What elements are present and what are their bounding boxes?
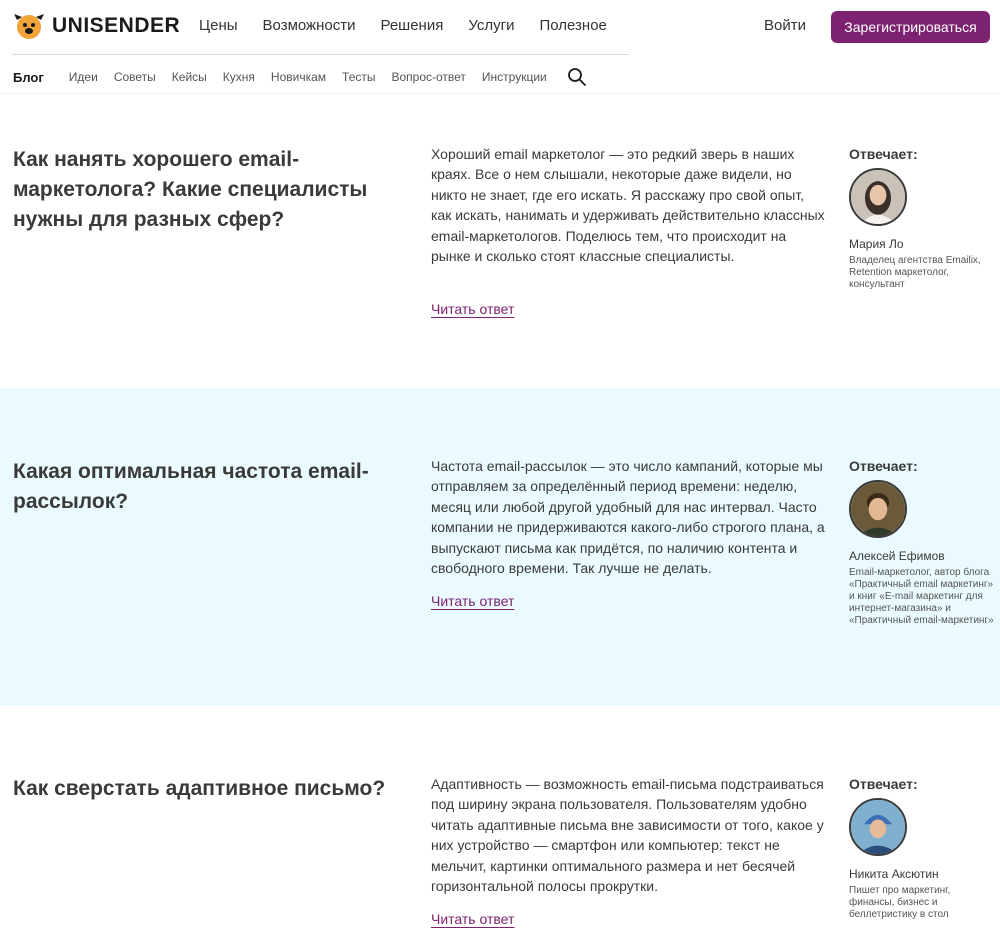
question-title[interactable]: Как сверстать адаптивное письмо?	[13, 774, 388, 804]
qa-section-frequency: Какая оптимальная частота email-рассылок…	[0, 388, 1000, 706]
person-name: Мария Ло	[849, 237, 904, 251]
qa-section-hiring: Как нанять хорошего email-маркетолога? К…	[0, 94, 1000, 388]
read-answer-link[interactable]: Читать ответ	[431, 301, 514, 317]
avatar	[849, 480, 907, 538]
logo[interactable]: UNISENDER	[12, 10, 180, 42]
header: UNISENDER Цены Возможности Решения Услуг…	[0, 0, 1000, 54]
question-title[interactable]: Как нанять хорошего email-маркетолога? К…	[13, 145, 388, 235]
read-answer-link[interactable]: Читать ответ	[431, 593, 514, 609]
answerer-card: Отвечает: Мария Ло Владелец агентства Em…	[849, 146, 994, 291]
subnav-item-cases[interactable]: Кейсы	[172, 70, 207, 84]
nav-item-prices[interactable]: Цены	[199, 17, 238, 34]
subnav-item-beginners[interactable]: Новичкам	[271, 70, 326, 84]
nav-item-services[interactable]: Услуги	[468, 17, 514, 34]
nav-item-useful[interactable]: Полезное	[539, 17, 606, 34]
answerer-card: Отвечает: Никита Аксютин Пишет про марке…	[849, 776, 994, 921]
answer-excerpt: Адаптивность — возможность email-письма …	[431, 776, 824, 895]
subnav-item-ideas[interactable]: Идеи	[69, 70, 98, 84]
person-name: Никита Аксютин	[849, 867, 939, 881]
avatar	[849, 168, 907, 226]
qa-section-responsive: Как сверстать адаптивное письмо? Адаптив…	[0, 706, 1000, 951]
person-name: Алексей Ефимов	[849, 549, 945, 563]
answers-label: Отвечает:	[849, 458, 918, 474]
nav-item-features[interactable]: Возможности	[263, 17, 356, 34]
answer-excerpt: Хороший email маркетолог — это редкий зв…	[431, 146, 825, 265]
signup-button[interactable]: Зарегистрироваться	[831, 11, 990, 43]
nav-divider	[12, 54, 629, 55]
search-icon[interactable]	[567, 67, 587, 87]
avatar	[849, 798, 907, 856]
subnav-item-blog[interactable]: Блог	[13, 70, 44, 85]
person-role: Email-маркетолог, автор блога «Практичны…	[849, 567, 994, 626]
answers-label: Отвечает:	[849, 146, 918, 162]
read-answer-link[interactable]: Читать ответ	[431, 911, 514, 927]
person-role: Пишет про маркетинг, финансы, бизнес и б…	[849, 885, 951, 920]
subnav-item-instructions[interactable]: Инструкции	[482, 70, 547, 84]
subnav-item-kitchen[interactable]: Кухня	[223, 70, 255, 84]
person-role: Владелец агентства Emailix, Retention ма…	[849, 255, 981, 290]
login-link[interactable]: Войти	[764, 17, 806, 34]
main-nav: Цены Возможности Решения Услуги Полезное	[199, 17, 632, 34]
logo-dog-icon	[14, 14, 44, 39]
nav-item-solutions[interactable]: Решения	[380, 17, 443, 34]
blog-subnav: Блог Идеи Советы Кейсы Кухня Новичкам Те…	[13, 67, 587, 87]
answer-excerpt: Частота email-рассылок — это число кампа…	[431, 458, 825, 577]
logo-text: UNISENDER	[52, 14, 181, 37]
subnav-item-tests[interactable]: Тесты	[342, 70, 375, 84]
answerer-card: Отвечает: Алексей Ефимов Email-маркетоло…	[849, 458, 994, 627]
subnav-item-qa[interactable]: Вопрос-ответ	[391, 70, 465, 84]
question-title[interactable]: Какая оптимальная частота email-рассылок…	[13, 457, 388, 517]
answers-label: Отвечает:	[849, 776, 918, 792]
subnav-item-tips[interactable]: Советы	[114, 70, 156, 84]
